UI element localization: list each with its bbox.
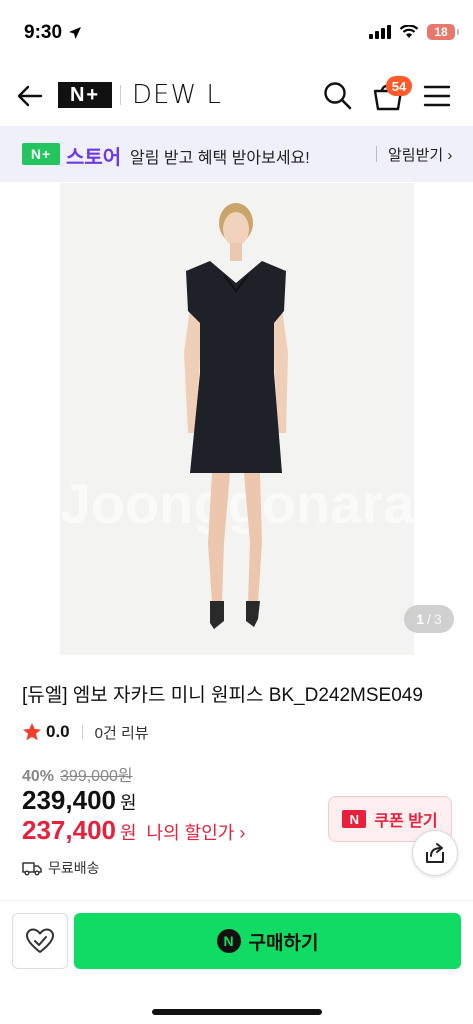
- arrow-left-icon: [17, 85, 43, 107]
- header-divider: [120, 85, 121, 105]
- rating-value: 0.0: [46, 722, 70, 741]
- cart-count-badge: 54: [386, 76, 412, 96]
- review-count-link[interactable]: 0건 리뷰: [95, 722, 149, 743]
- naver-plus-logo[interactable]: N+: [58, 82, 112, 108]
- star-icon: [23, 723, 41, 741]
- get-coupon-label: 쿠폰 받기: [374, 813, 438, 830]
- location-arrow-icon: [69, 27, 82, 39]
- original-price: 399,000원: [60, 768, 133, 785]
- status-bar: 9:30 18: [0, 0, 473, 64]
- rating-divider: [81, 725, 83, 739]
- image-counter-total: 3: [433, 611, 442, 627]
- notice-message: 알림 받고 혜택 받아보세요!: [130, 150, 310, 167]
- battery-indicator: 18: [427, 24, 459, 40]
- subscribe-alerts-button[interactable]: 알림받기 ›: [388, 144, 452, 165]
- sale-price-unit: 원: [119, 793, 137, 813]
- image-counter: 1 / 3: [404, 605, 454, 633]
- shipping-row: 무료배송: [22, 858, 100, 878]
- search-icon: [324, 82, 352, 110]
- my-discount-label[interactable]: 나의 할인가 ›: [147, 819, 246, 845]
- product-image[interactable]: Joonggonara: [60, 183, 414, 655]
- image-counter-separator: /: [427, 611, 431, 627]
- store-badge-logo: N+: [22, 143, 60, 165]
- bottom-action-bar: N 구매하기: [0, 900, 473, 1024]
- my-discount-price-unit: 원: [119, 823, 137, 843]
- wishlist-button[interactable]: [12, 913, 68, 969]
- status-indicators: 18: [369, 24, 459, 40]
- share-button[interactable]: [412, 830, 458, 876]
- my-discount-price: 237,400: [22, 815, 116, 845]
- brand-logo[interactable]: DEW L: [132, 80, 222, 110]
- home-indicator[interactable]: [152, 1009, 322, 1015]
- notification-banner: N+ 스토어 알림 받고 혜택 받아보세요! 알림받기 ›: [0, 126, 473, 182]
- product-photo-model-in-dress: Joonggonara: [60, 183, 414, 655]
- notice-divider: [376, 146, 377, 162]
- buy-now-button[interactable]: N 구매하기: [74, 913, 461, 969]
- watermark-text: Joonggonara: [60, 472, 414, 535]
- heart-check-icon: [26, 928, 54, 953]
- menu-button[interactable]: [422, 82, 452, 110]
- sale-price-row: 239,400 원: [22, 785, 137, 816]
- naver-coupon-logo: N: [342, 810, 367, 828]
- app-header: N+ DEW L 54: [0, 64, 473, 126]
- back-button[interactable]: [14, 80, 46, 112]
- discount-rate: 40%: [22, 768, 55, 785]
- wifi-icon: [399, 25, 419, 38]
- image-counter-current: 1: [416, 611, 425, 627]
- search-button[interactable]: [322, 80, 354, 112]
- share-icon: [426, 843, 444, 863]
- rating-row: 0.0 0건 리뷰: [22, 722, 149, 742]
- hamburger-menu-icon: [423, 85, 451, 107]
- store-label: 스토어: [66, 147, 122, 169]
- buy-now-label: 구매하기: [248, 932, 319, 954]
- my-discount-price-row[interactable]: 237,400 원 나의 할인가 ›: [22, 815, 245, 846]
- delivery-truck-icon: [22, 862, 42, 876]
- naver-pay-logo: N: [216, 929, 241, 953]
- discount-row: 40% 399,000원: [22, 762, 133, 786]
- status-time: 9:30: [24, 22, 63, 43]
- status-time-group: 9:30: [24, 22, 82, 44]
- shipping-text: 무료배송: [48, 860, 100, 876]
- sale-price: 239,400: [22, 785, 116, 815]
- product-title: [듀엘] 엠보 자카드 미니 원피스 BK_D242MSE049: [22, 685, 423, 706]
- signal-icon: [369, 25, 391, 39]
